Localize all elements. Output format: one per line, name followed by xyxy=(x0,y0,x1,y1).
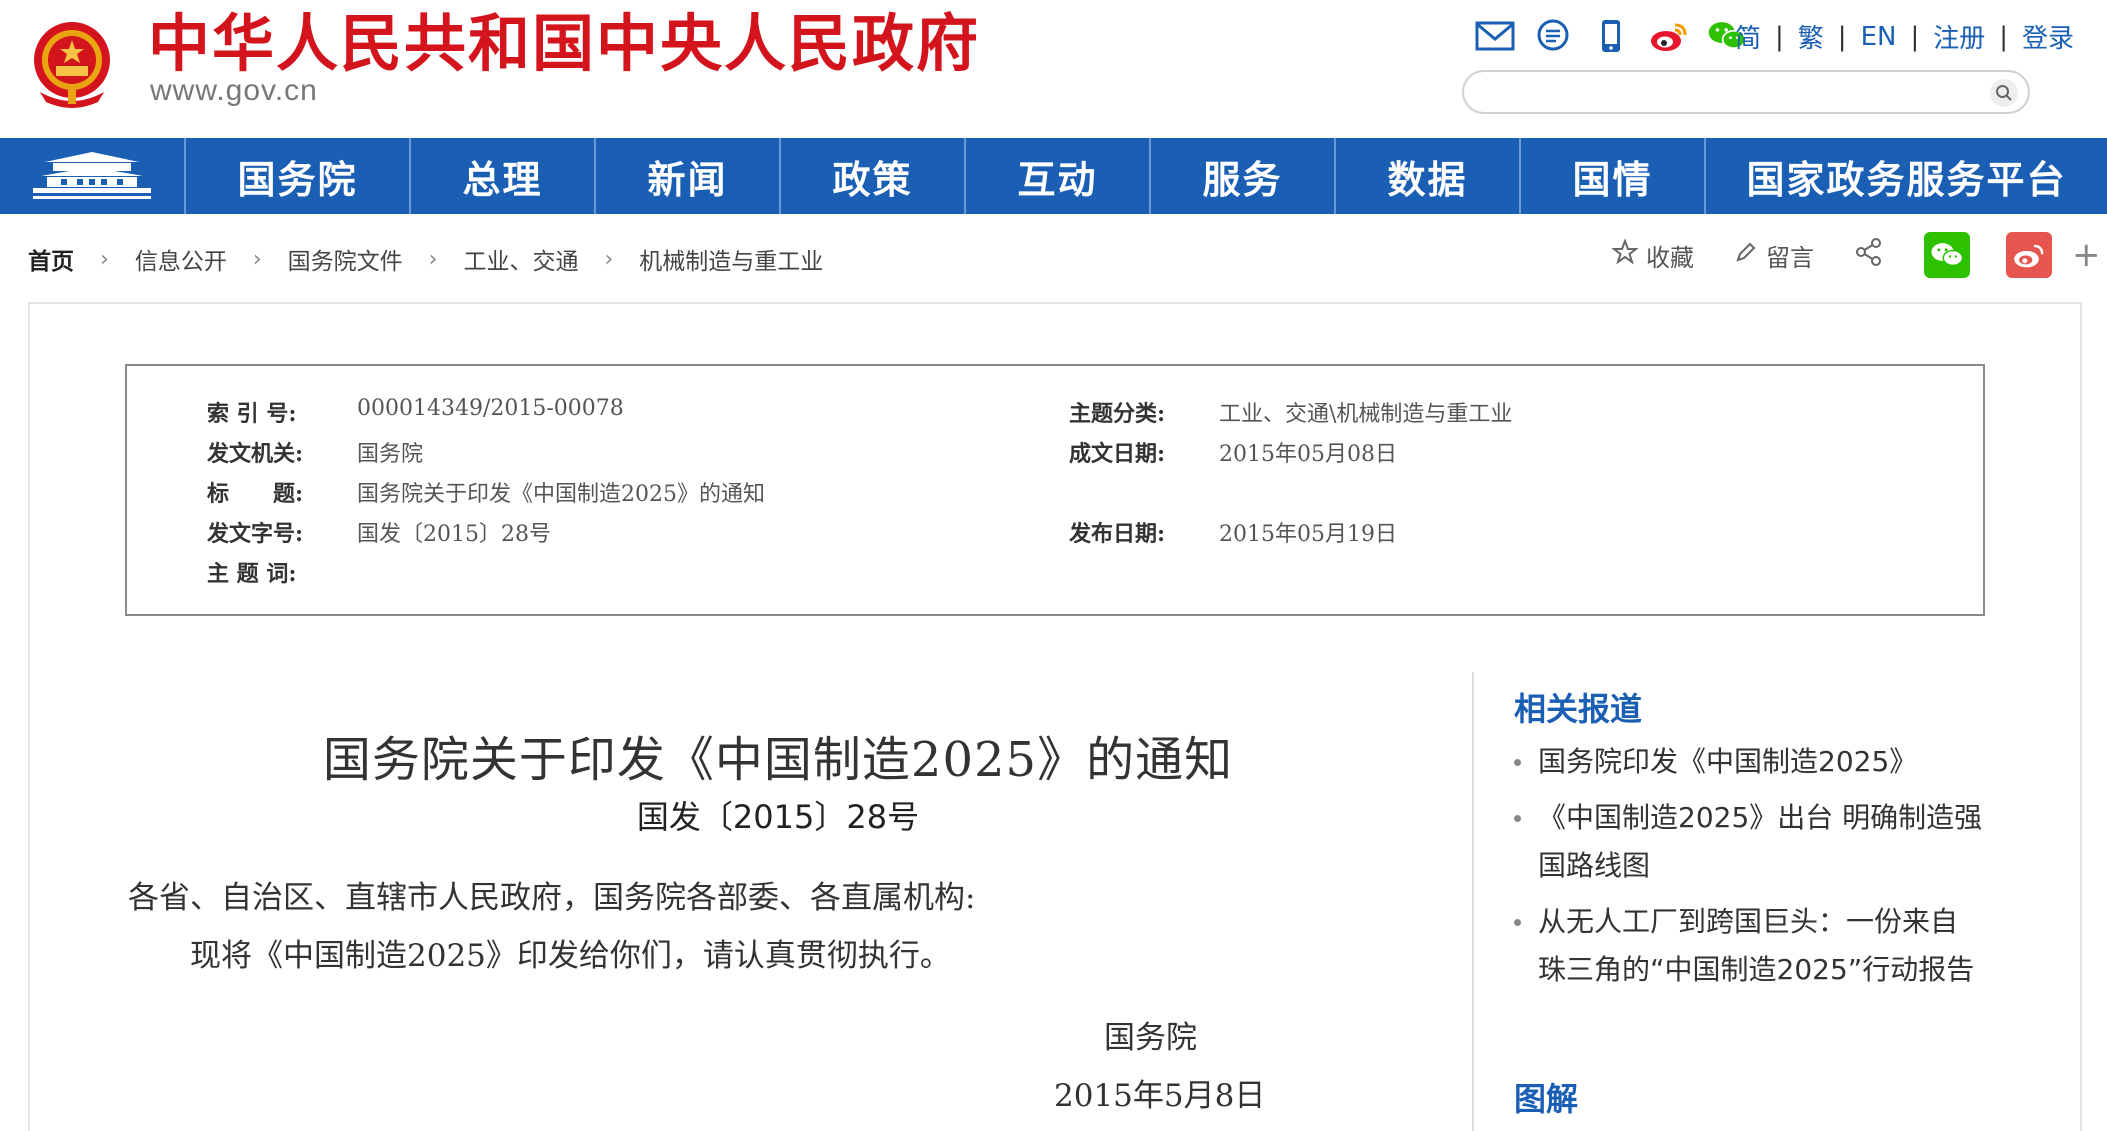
article-date: 2015年5月8日 xyxy=(1054,1078,1266,1114)
article-addressee: 各省、自治区、直辖市人民政府，国务院各部委、各直属机构: xyxy=(128,880,976,916)
chevron-right-icon: › xyxy=(428,246,438,272)
chevron-right-icon: › xyxy=(252,246,262,272)
site-title[interactable]: 中华人民共和国中央人民政府 xyxy=(148,8,980,80)
share-icon xyxy=(1854,237,1884,273)
national-emblem-icon[interactable] xyxy=(26,16,118,110)
site-url: www.gov.cn xyxy=(150,74,318,107)
meta-row: 发文机关: 国务院 成文日期: 2015年05月08日 xyxy=(207,436,1907,476)
breadcrumb-home[interactable]: 首页 xyxy=(28,242,74,276)
weibo-icon[interactable] xyxy=(1649,16,1689,56)
more-share-icon[interactable]: + xyxy=(2072,235,2101,275)
breadcrumb: 首页 › 信息公开 › 国务院文件 › 工业、交通 › 机械制造与重工业 xyxy=(28,242,823,276)
language-links: 简 | 繁 | EN | 注册 | 登录 xyxy=(1735,18,2074,55)
nav-data[interactable]: 数据 xyxy=(1336,138,1521,214)
lang-english-link[interactable]: EN xyxy=(1861,22,1897,52)
nav-gov-service-platform[interactable]: 国家政务服务平台 xyxy=(1706,138,2107,214)
meta-row: 标 题: 国务院关于印发《中国制造2025》的通知 xyxy=(207,476,1907,516)
lang-simplified-link[interactable]: 简 xyxy=(1735,18,1761,55)
breadcrumb-state-council-docs[interactable]: 国务院文件 xyxy=(288,242,403,276)
written-date-value: 2015年05月08日 xyxy=(1219,442,1397,467)
breadcrumb-info-disclosure[interactable]: 信息公开 xyxy=(135,242,227,276)
topic-value: 工业、交通\机械制造与重工业 xyxy=(1219,402,1513,427)
related-reports-heading[interactable]: 相关报道 xyxy=(1514,684,1642,730)
doc-number-label: 发文字号: xyxy=(207,521,304,547)
pencil-icon xyxy=(1734,240,1758,270)
sidebar-divider xyxy=(1472,672,1474,1131)
publish-date-value: 2015年05月19日 xyxy=(1219,522,1397,547)
mail-icon[interactable] xyxy=(1475,16,1515,56)
divider: | xyxy=(1837,21,1847,52)
register-link[interactable]: 注册 xyxy=(1933,18,1985,55)
related-report-link[interactable]: 从无人工厂到跨国巨头：一份来自珠三角的“中国制造2025”行动报告 xyxy=(1514,898,1984,994)
nav-premier[interactable]: 总理 xyxy=(411,138,596,214)
title-value: 国务院关于印发《中国制造2025》的通知 xyxy=(357,482,765,507)
article-doc-number: 国发〔2015〕28号 xyxy=(636,798,920,836)
message-icon[interactable] xyxy=(1533,16,1573,56)
breadcrumb-industry-transport[interactable]: 工业、交通 xyxy=(463,242,578,276)
divider: | xyxy=(1999,21,2008,52)
topic-label: 主题分类: xyxy=(1069,401,1166,427)
keywords-label: 主 题 词: xyxy=(207,561,297,587)
doc-number-value: 国发〔2015〕28号 xyxy=(357,522,551,547)
page-tools: 收藏 留言 + xyxy=(1611,232,2101,278)
meta-row: 发文字号: 国发〔2015〕28号 发布日期: 2015年05月19日 xyxy=(207,516,1907,556)
weibo-icon xyxy=(2014,244,2044,268)
share-button[interactable] xyxy=(1854,237,1884,273)
related-report-link[interactable]: 《中国制造2025》出台 明确制造强国路线图 xyxy=(1514,794,1984,890)
social-icons xyxy=(1475,16,1747,56)
publish-date-label: 发布日期: xyxy=(1069,521,1166,547)
issuer-value: 国务院 xyxy=(357,442,424,467)
search-icon xyxy=(1996,85,2012,101)
search-input[interactable] xyxy=(1484,78,1964,106)
main-nav: 国务院 总理 新闻 政策 互动 服务 数据 国情 国家政务服务平台 xyxy=(0,138,2107,214)
meta-row: 索 引 号: 000014349/2015-00078 主题分类: 工业、交通\… xyxy=(207,396,1907,436)
document-metadata: 索 引 号: 000014349/2015-00078 主题分类: 工业、交通\… xyxy=(125,364,1985,616)
issuer-label: 发文机关: xyxy=(207,441,304,467)
related-report-link[interactable]: 国务院印发《中国制造2025》 xyxy=(1514,738,1984,786)
meta-row: 主 题 词: xyxy=(207,556,1907,596)
title-label: 标 题: xyxy=(207,481,304,507)
favorite-label: 收藏 xyxy=(1646,243,1694,272)
infographics-heading[interactable]: 图解 xyxy=(1514,1074,1578,1120)
nav-national-profile[interactable]: 国情 xyxy=(1521,138,1706,214)
nav-news[interactable]: 新闻 xyxy=(596,138,781,214)
chevron-right-icon: › xyxy=(100,246,109,272)
article-body: 现将《中国制造2025》印发给你们，请认真贯彻执行。 xyxy=(190,938,951,974)
comment-button[interactable]: 留言 xyxy=(1734,238,1814,273)
site-header: 中华人民共和国中央人民政府 www.gov.cn 简 | 繁 | EN | 注册… xyxy=(0,0,2107,138)
lang-traditional-link[interactable]: 繁 xyxy=(1798,18,1824,55)
favorite-button[interactable]: 收藏 xyxy=(1611,238,1694,273)
related-reports-list: 国务院印发《中国制造2025》 《中国制造2025》出台 明确制造强国路线图 从… xyxy=(1514,738,1984,1002)
nav-state-council[interactable]: 国务院 xyxy=(186,138,411,214)
tiananmen-logo-icon[interactable] xyxy=(0,138,186,214)
nav-policy[interactable]: 政策 xyxy=(781,138,966,214)
nav-services[interactable]: 服务 xyxy=(1151,138,1336,214)
comment-label: 留言 xyxy=(1766,243,1814,272)
index-number-label: 索 引 号: xyxy=(207,401,297,427)
star-icon xyxy=(1611,238,1639,271)
search-button[interactable] xyxy=(1990,79,2018,107)
divider: | xyxy=(1910,21,1920,52)
chevron-right-icon: › xyxy=(604,246,614,272)
wechat-icon xyxy=(1931,243,1964,267)
article-signature: 国务院 xyxy=(1104,1020,1197,1056)
mobile-icon[interactable] xyxy=(1591,16,1631,56)
search-box xyxy=(1462,70,2030,114)
share-wechat-button[interactable] xyxy=(1924,232,1970,278)
share-weibo-button[interactable] xyxy=(2006,232,2052,278)
nav-interaction[interactable]: 互动 xyxy=(966,138,1151,214)
index-number-value: 000014349/2015-00078 xyxy=(357,396,624,421)
written-date-label: 成文日期: xyxy=(1069,441,1166,467)
login-link[interactable]: 登录 xyxy=(2022,18,2074,55)
article-title: 国务院关于印发《中国制造2025》的通知 xyxy=(322,732,1234,788)
breadcrumb-machinery[interactable]: 机械制造与重工业 xyxy=(639,242,823,276)
divider: | xyxy=(1775,21,1784,52)
